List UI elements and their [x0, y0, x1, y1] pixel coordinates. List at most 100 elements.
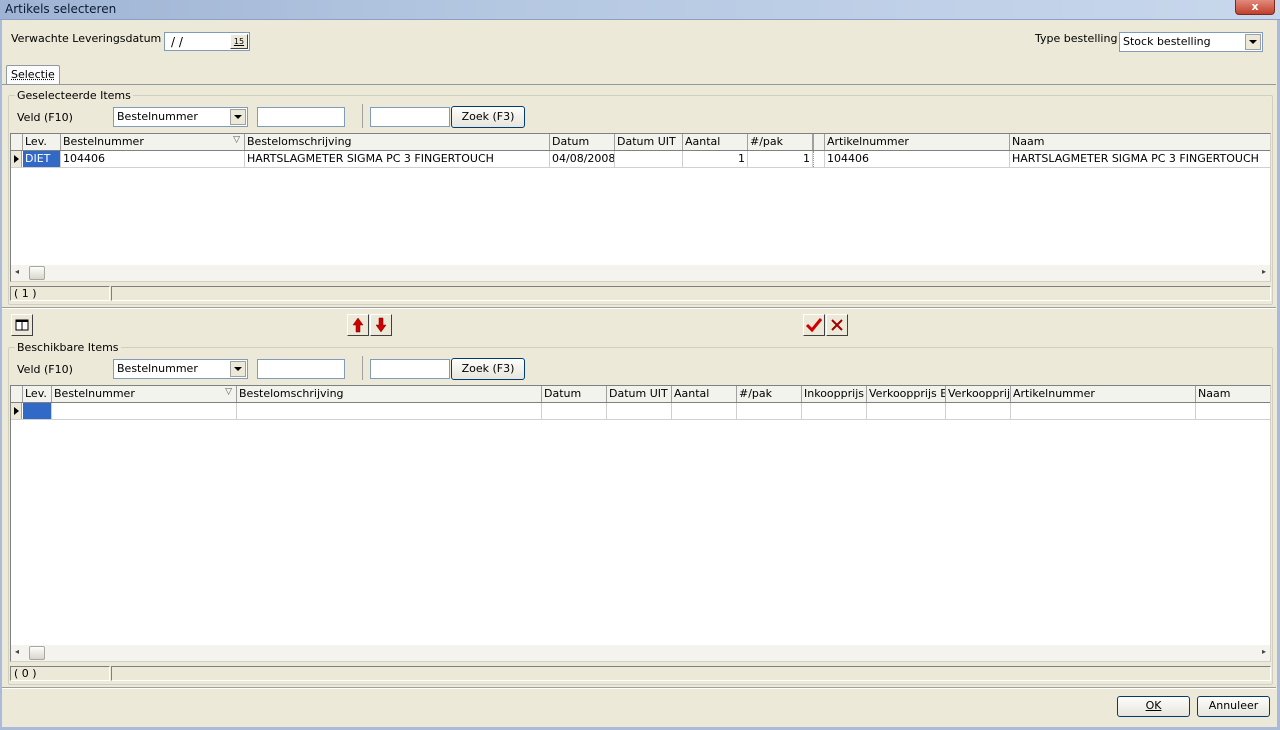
- cell-inkoopprijs[interactable]: [802, 403, 867, 419]
- horizontal-scrollbar[interactable]: ◂ ▸: [11, 265, 1270, 281]
- cell-artikelnummer[interactable]: 104406: [825, 151, 1010, 167]
- cell-datum-uit[interactable]: [615, 151, 683, 167]
- chevron-down-icon[interactable]: [1245, 34, 1261, 50]
- cell-datum-uit[interactable]: [607, 403, 672, 419]
- row-indicator: [11, 403, 22, 419]
- cell-bestelnummer[interactable]: 104406: [61, 151, 245, 167]
- col-aantal[interactable]: Aantal: [683, 134, 748, 150]
- col-pak[interactable]: #/pak: [748, 134, 813, 150]
- col-aantal[interactable]: Aantal: [672, 386, 737, 402]
- col-datum-uit[interactable]: Datum UIT: [607, 386, 672, 402]
- cell-naam[interactable]: HARTSLAGMETER SIGMA PC 3 FINGERTOUCH: [1010, 151, 1272, 167]
- available-filter-input[interactable]: [257, 359, 345, 379]
- col-inkoopprijs[interactable]: Inkoopprijs: [802, 386, 867, 402]
- cancel-label: Annuleer: [1208, 699, 1259, 712]
- col-bestelnummer[interactable]: Bestelnummer ▽: [52, 386, 237, 402]
- tab-selectie[interactable]: Selectie: [6, 65, 60, 85]
- cell-bestelomschrijving[interactable]: HARTSLAGMETER SIGMA PC 3 FINGERTOUCH: [245, 151, 550, 167]
- available-field-select[interactable]: Bestelnummer: [113, 359, 248, 379]
- cell-aantal[interactable]: 1: [683, 151, 748, 167]
- scroll-left-icon[interactable]: ◂: [15, 267, 19, 276]
- cell-pak[interactable]: 1: [748, 151, 813, 167]
- scroll-left-icon[interactable]: ◂: [15, 647, 19, 656]
- available-status-bar: ( 0 ): [10, 666, 1271, 681]
- chevron-down-icon[interactable]: [230, 109, 246, 125]
- cell-aantal[interactable]: [672, 403, 737, 419]
- col-artikelnummer[interactable]: Artikelnummer: [825, 134, 1010, 150]
- horizontal-scrollbar[interactable]: ◂ ▸: [11, 645, 1270, 661]
- cell-datum[interactable]: 04/08/2008: [550, 151, 615, 167]
- cross-icon: [831, 319, 843, 331]
- cell-frozen-divider: [813, 151, 825, 167]
- divider: [362, 356, 363, 380]
- cell-verkoopprijs-ex[interactable]: [867, 403, 946, 419]
- order-type-label: Type bestelling: [1035, 32, 1118, 45]
- cell-verkoopprijs[interactable]: [946, 403, 1011, 419]
- col-bestelomschrijving[interactable]: Bestelomschrijving: [237, 386, 542, 402]
- title-bar: Artikels selecteren x: [0, 0, 1280, 20]
- cell-lev[interactable]: [23, 403, 52, 419]
- calendar-icon[interactable]: 15: [230, 34, 248, 49]
- move-down-button[interactable]: [370, 314, 392, 336]
- selected-filter-input[interactable]: [257, 107, 345, 127]
- col-pak[interactable]: #/pak: [737, 386, 802, 402]
- order-type-select[interactable]: Stock bestelling: [1119, 32, 1263, 52]
- cell-pak[interactable]: [737, 403, 802, 419]
- cancel-selection-button[interactable]: [826, 314, 848, 336]
- cell-bestelomschrijving[interactable]: [237, 403, 542, 419]
- table-row[interactable]: [11, 403, 1270, 420]
- col-artikelnummer[interactable]: Artikelnummer: [1011, 386, 1196, 402]
- ok-button[interactable]: OK: [1117, 696, 1190, 717]
- col-lev[interactable]: Lev.: [23, 134, 61, 150]
- cell-artikelnummer[interactable]: [1011, 403, 1196, 419]
- col-lev[interactable]: Lev.: [23, 386, 52, 402]
- confirm-button[interactable]: [803, 314, 825, 336]
- col-naam[interactable]: Naam: [1010, 134, 1272, 150]
- selected-search-input[interactable]: [370, 107, 450, 127]
- chevron-down-icon[interactable]: [230, 361, 246, 377]
- col-bestelomschrijving[interactable]: Bestelomschrijving: [245, 134, 550, 150]
- window-title: Artikels selecteren: [5, 2, 117, 16]
- delivery-date-field[interactable]: / / 15: [164, 32, 250, 51]
- col-datum[interactable]: Datum: [550, 134, 615, 150]
- ok-label: OK: [1145, 699, 1162, 712]
- table-row[interactable]: DIET 104406 HARTSLAGMETER SIGMA PC 3 FIN…: [11, 151, 1270, 168]
- cell-lev[interactable]: DIET: [23, 151, 61, 167]
- cell-naam[interactable]: [1196, 403, 1272, 419]
- available-items-grid: Lev. Bestelnummer ▽ Bestelomschrijving D…: [10, 385, 1271, 662]
- divider: [362, 104, 363, 128]
- cell-datum[interactable]: [542, 403, 607, 419]
- col-verkoopprijs[interactable]: Verkoopprijs: [946, 386, 1011, 402]
- columns-button[interactable]: [11, 314, 33, 336]
- available-search-input[interactable]: [370, 359, 450, 379]
- selected-count: ( 1 ): [10, 286, 110, 301]
- col-datum-uit[interactable]: Datum UIT: [615, 134, 683, 150]
- selected-search-button[interactable]: Zoek (F3): [451, 106, 525, 128]
- scroll-thumb[interactable]: [29, 646, 45, 660]
- tab-divider: [2, 84, 1276, 85]
- field-label: Veld (F10): [17, 363, 73, 376]
- sort-icon: ▽: [225, 387, 232, 397]
- selected-field-select[interactable]: Bestelnummer: [113, 107, 248, 127]
- selected-field-value: Bestelnummer: [117, 110, 198, 123]
- col-verkoopprijs-ex[interactable]: Verkoopprijs Ex: [867, 386, 946, 402]
- scroll-thumb[interactable]: [29, 266, 45, 280]
- available-search-button[interactable]: Zoek (F3): [451, 358, 525, 380]
- scroll-right-icon[interactable]: ▸: [1262, 647, 1266, 656]
- cell-bestelnummer[interactable]: [52, 403, 237, 419]
- header-indicator: [11, 386, 23, 402]
- available-count: ( 0 ): [10, 666, 110, 681]
- footer-divider-highlight: [2, 688, 1276, 689]
- frozen-divider[interactable]: [813, 134, 825, 150]
- selected-status-bar: ( 1 ): [10, 286, 1271, 301]
- columns-icon: [15, 319, 29, 331]
- close-button[interactable]: x: [1235, 0, 1275, 15]
- col-datum[interactable]: Datum: [542, 386, 607, 402]
- col-naam[interactable]: Naam: [1196, 386, 1272, 402]
- scroll-right-icon[interactable]: ▸: [1262, 267, 1266, 276]
- row-indicator: [11, 151, 22, 167]
- cancel-button[interactable]: Annuleer: [1197, 696, 1270, 717]
- arrow-up-icon: [352, 317, 364, 333]
- move-up-button[interactable]: [347, 314, 369, 336]
- col-bestelnummer[interactable]: Bestelnummer ▽: [61, 134, 245, 150]
